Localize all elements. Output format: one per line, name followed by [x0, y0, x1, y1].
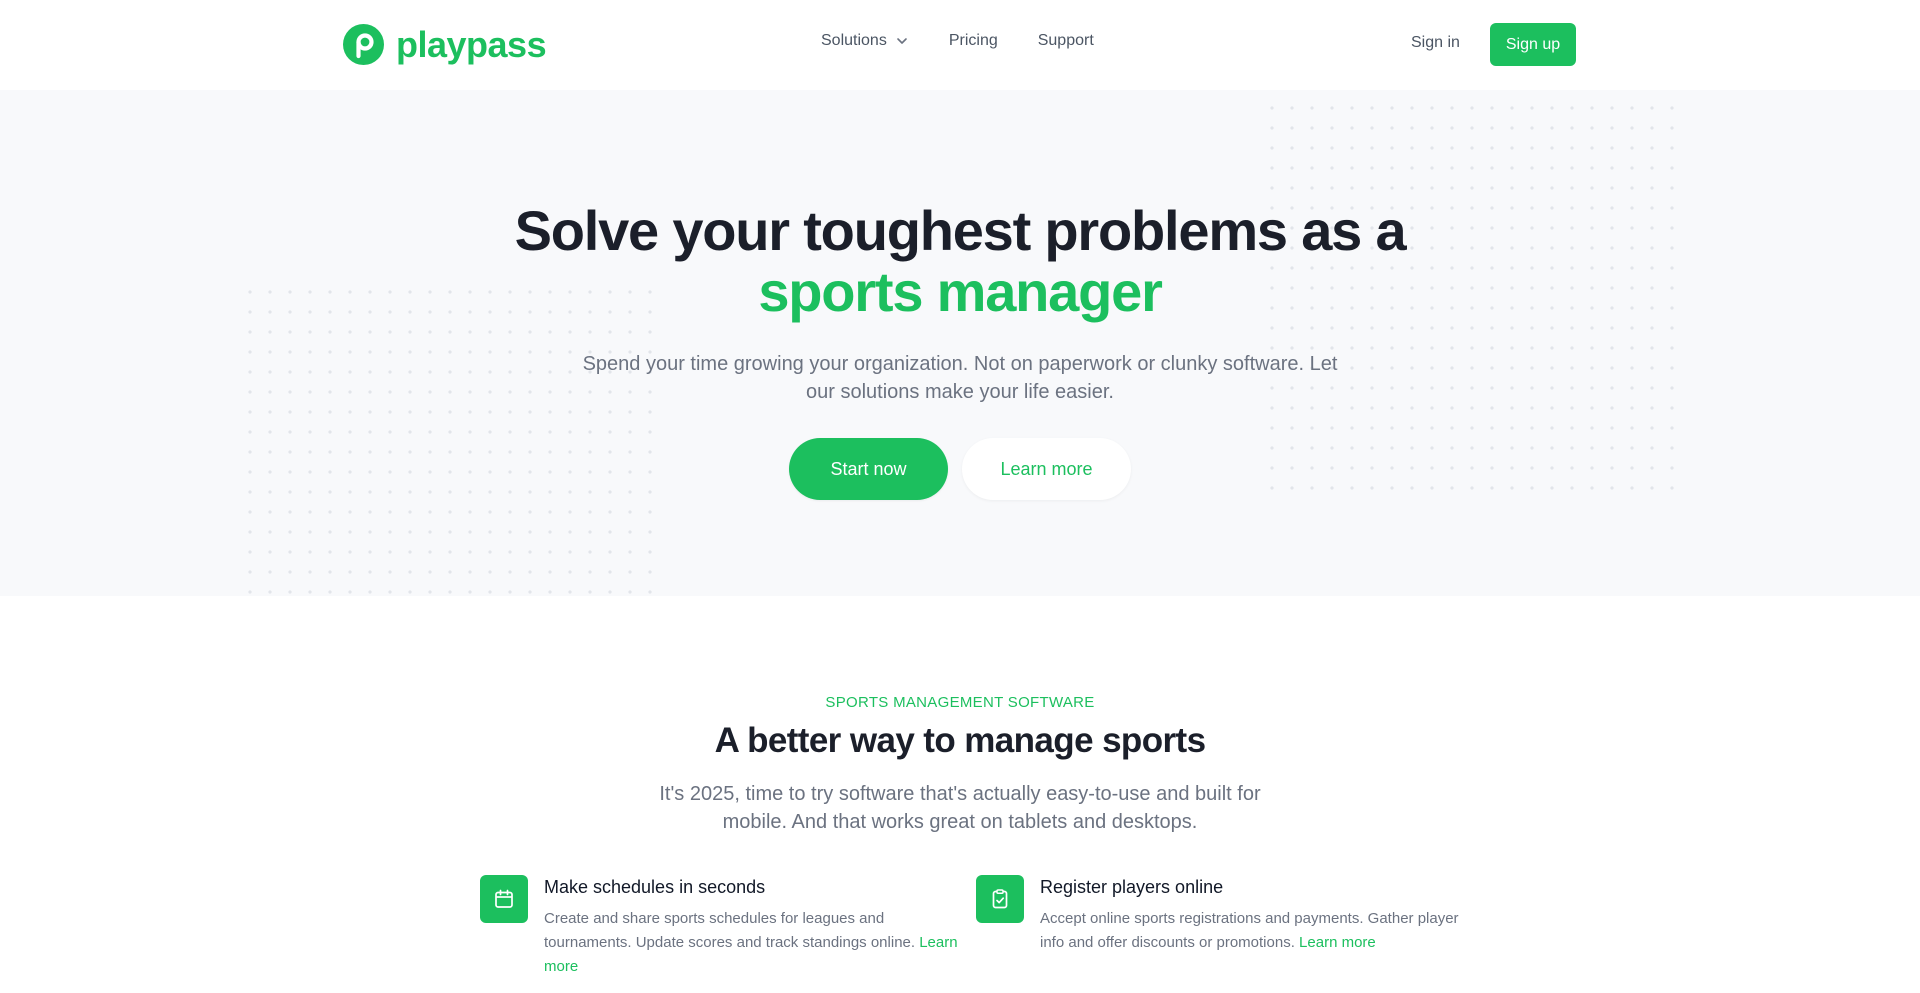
- start-now-button[interactable]: Start now: [789, 438, 948, 500]
- hero-title: Solve your toughest problems as a sports…: [0, 200, 1920, 322]
- sign-up-button[interactable]: Sign up: [1490, 23, 1576, 66]
- feature-title: Make schedules in seconds: [544, 877, 766, 897]
- feature-text: Create and share sports schedules for le…: [544, 907, 964, 979]
- feature-title: Register players online: [1040, 877, 1224, 897]
- dot-pattern-decoration: [240, 282, 660, 596]
- nav-pricing[interactable]: Pricing: [949, 32, 998, 50]
- section-eyebrow: SPORTS MANAGEMENT SOFTWARE: [825, 694, 1095, 711]
- clipboard-check-icon: [976, 875, 1024, 923]
- hero-section: Solve your toughest problems as a sports…: [0, 90, 1920, 596]
- learn-more-button[interactable]: Learn more: [962, 438, 1131, 500]
- nav-solutions[interactable]: Solutions: [821, 32, 909, 50]
- feature-learn-more-link[interactable]: Learn more: [1299, 934, 1376, 951]
- site-header: playpass Solutions Pricing Support Sign …: [0, 0, 1920, 90]
- brand-logo[interactable]: playpass: [343, 23, 547, 65]
- main-nav: Solutions Pricing Support: [821, 32, 1094, 50]
- hero-subtitle: Spend your time growing your organizatio…: [582, 353, 1338, 403]
- playpass-logo-icon: [343, 24, 384, 65]
- feature-description: Create and share sports schedules for le…: [544, 910, 916, 951]
- section-subtitle: It's 2025, time to try software that's a…: [659, 783, 1261, 833]
- calendar-icon: [480, 875, 528, 923]
- feature-body: Register players online Accept online sp…: [1040, 874, 1460, 955]
- section-title: A better way to manage sports: [714, 721, 1206, 760]
- hero-title-line: Solve your toughest problems as a: [514, 199, 1407, 262]
- chevron-down-icon: [897, 38, 907, 44]
- nav-solutions-label: Solutions: [821, 32, 887, 49]
- feature-text: Accept online sports registrations and p…: [1040, 907, 1460, 955]
- nav-support[interactable]: Support: [1038, 32, 1094, 50]
- brand-name: playpass: [396, 23, 547, 65]
- feature-description: Accept online sports registrations and p…: [1040, 910, 1459, 951]
- feature-body: Make schedules in seconds Create and sha…: [544, 874, 964, 979]
- sign-in-link[interactable]: Sign in: [1411, 34, 1460, 52]
- hero-title-accent: sports manager: [758, 260, 1163, 323]
